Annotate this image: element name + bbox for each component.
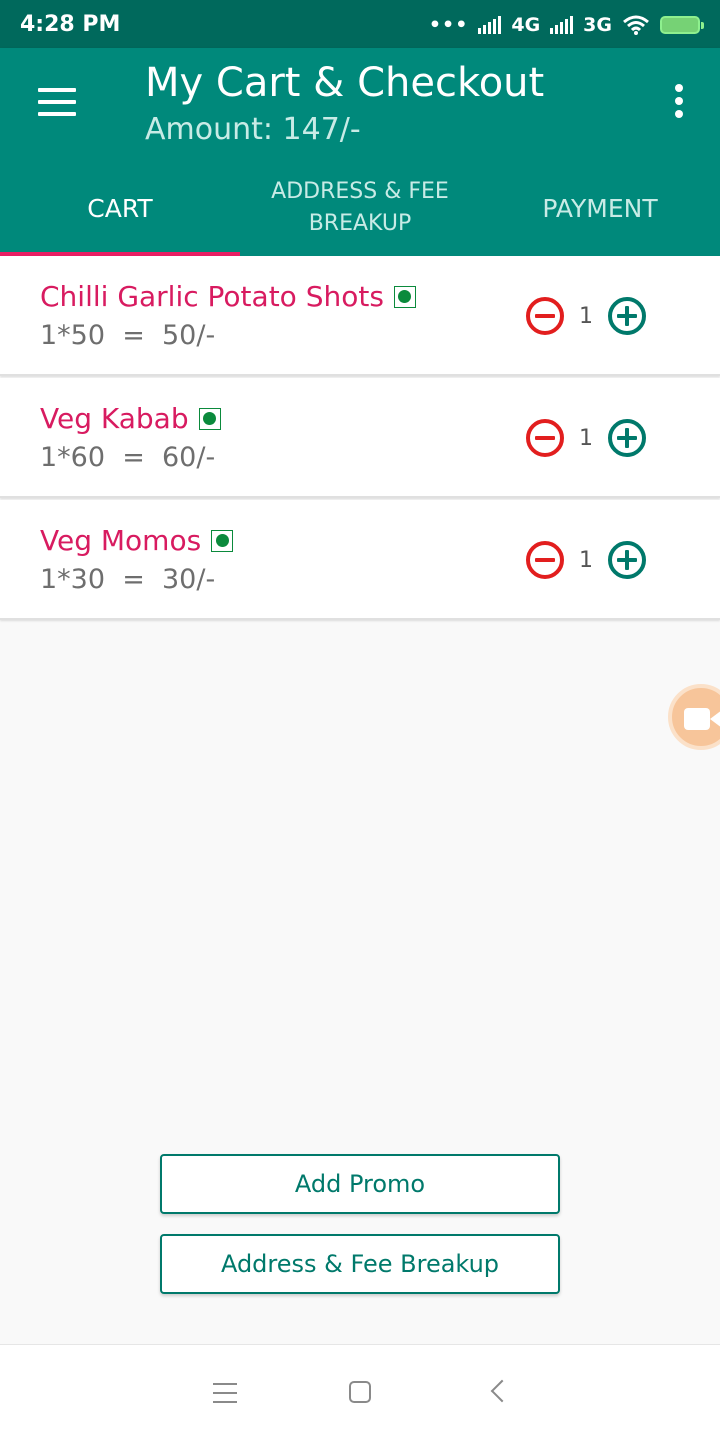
item-name: Chilli Garlic Potato Shots: [40, 280, 384, 313]
add-promo-button[interactable]: Add Promo: [160, 1154, 560, 1214]
video-camera-floating-button[interactable]: [668, 684, 720, 750]
item-price-calc: 1*30 = 30/-: [40, 564, 216, 595]
status-bar: 4:28 PM ••• 4G 3G: [0, 0, 720, 48]
increase-quantity-button[interactable]: [608, 297, 646, 335]
item-name-row: Chilli Garlic Potato Shots: [40, 280, 416, 313]
signal-icon: [550, 16, 574, 34]
tab-cart[interactable]: CART: [0, 160, 240, 256]
item-name: Veg Momos: [40, 524, 202, 557]
app-bar: My Cart & Checkout Amount: 147/-: [0, 48, 720, 160]
video-camera-icon: [684, 708, 710, 730]
video-camera-lens: [710, 710, 720, 728]
hamburger-menu-icon[interactable]: [38, 88, 76, 116]
veg-indicator-icon: [393, 285, 416, 308]
quantity-value: 1: [579, 547, 593, 573]
decrease-quantity-button[interactable]: [526, 297, 564, 335]
cart-item: Chilli Garlic Potato Shots 1*50 = 50/- 1: [0, 256, 720, 376]
quantity-stepper: 1: [526, 538, 646, 582]
tab-payment[interactable]: PAYMENT: [480, 160, 720, 256]
cart-item: Veg Momos 1*30 = 30/- 1: [0, 500, 720, 620]
item-price-calc: 1*50 = 50/-: [40, 320, 216, 351]
status-icons: ••• 4G 3G: [428, 10, 704, 40]
item-price-calc: 1*60 = 60/-: [40, 442, 216, 473]
veg-indicator-icon: [211, 529, 234, 552]
decrease-quantity-button[interactable]: [526, 541, 564, 579]
back-icon[interactable]: [490, 1379, 514, 1403]
page-title: My Cart & Checkout: [145, 60, 545, 106]
cart-amount: Amount: 147/-: [145, 112, 361, 147]
status-time: 4:28 PM: [20, 12, 121, 37]
tab-address-fee-breakup[interactable]: ADDRESS & FEE BREAKUP: [240, 160, 480, 256]
item-name-row: Veg Kabab: [40, 402, 221, 435]
quantity-stepper: 1: [526, 294, 646, 338]
veg-indicator-icon: [198, 407, 221, 430]
more-vert-icon[interactable]: [672, 84, 686, 124]
item-name: Veg Kabab: [40, 402, 189, 435]
cart-item: Veg Kabab 1*60 = 60/- 1: [0, 378, 720, 498]
signal-icon: [478, 16, 502, 34]
battery-charging-icon: [660, 16, 704, 34]
increase-quantity-button[interactable]: [608, 541, 646, 579]
recent-apps-icon[interactable]: [213, 1383, 237, 1403]
tab-address-label: ADDRESS & FEE BREAKUP: [271, 179, 449, 236]
home-icon[interactable]: [349, 1381, 371, 1403]
network-type-4g: 4G: [511, 14, 541, 36]
network-type-3g: 3G: [583, 14, 612, 36]
wifi-icon: [623, 15, 649, 35]
status-dots: •••: [428, 14, 469, 36]
system-nav-bar: [0, 1344, 720, 1441]
address-fee-breakup-button[interactable]: Address & Fee Breakup: [160, 1234, 560, 1294]
quantity-value: 1: [579, 425, 593, 451]
quantity-value: 1: [579, 303, 593, 329]
cart-list: Chilli Garlic Potato Shots 1*50 = 50/- 1…: [0, 256, 720, 620]
decrease-quantity-button[interactable]: [526, 419, 564, 457]
checkout-tabs: CART ADDRESS & FEE BREAKUP PAYMENT: [0, 160, 720, 256]
quantity-stepper: 1: [526, 416, 646, 460]
item-name-row: Veg Momos: [40, 524, 234, 557]
increase-quantity-button[interactable]: [608, 419, 646, 457]
